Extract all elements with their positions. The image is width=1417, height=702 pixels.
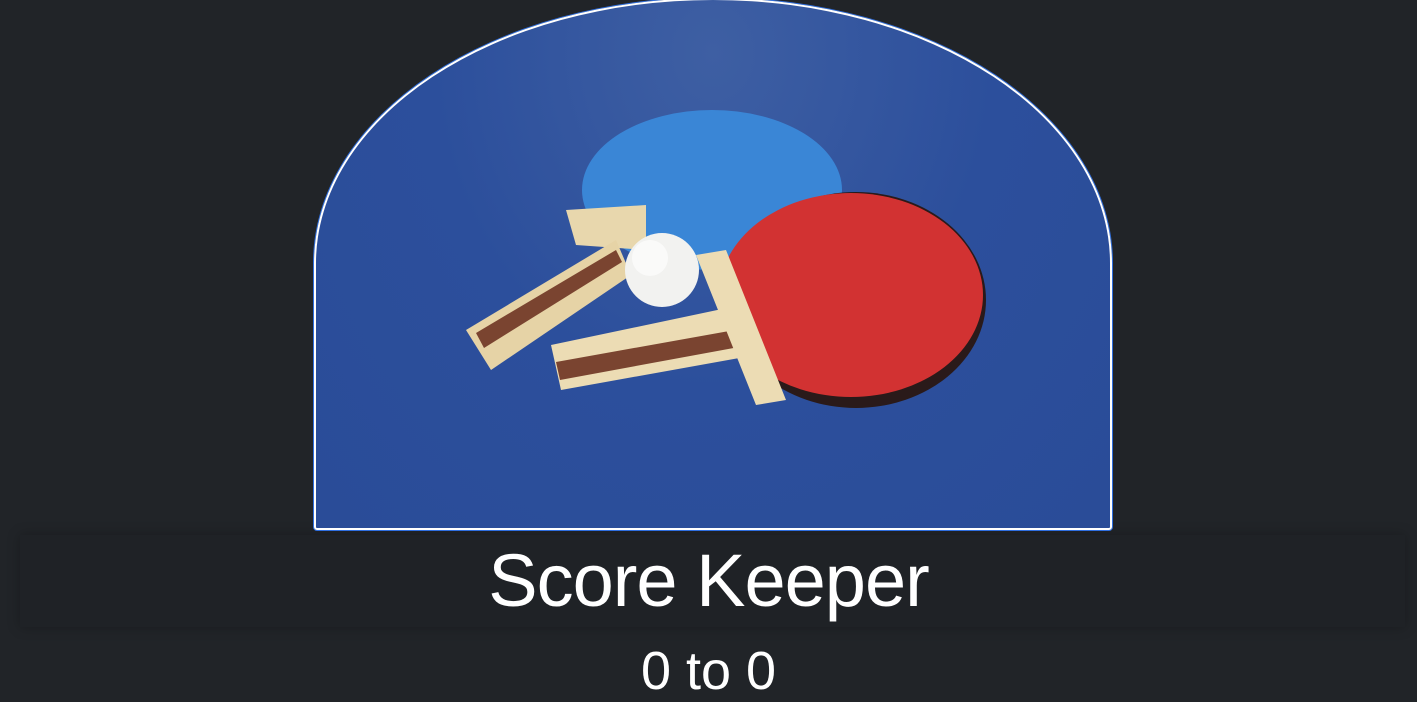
score-display: 0 to 0 <box>640 641 777 701</box>
page-title: Score Keeper <box>488 539 930 622</box>
ping-pong-paddles-image <box>466 110 986 408</box>
hero-image-card <box>314 0 1112 530</box>
